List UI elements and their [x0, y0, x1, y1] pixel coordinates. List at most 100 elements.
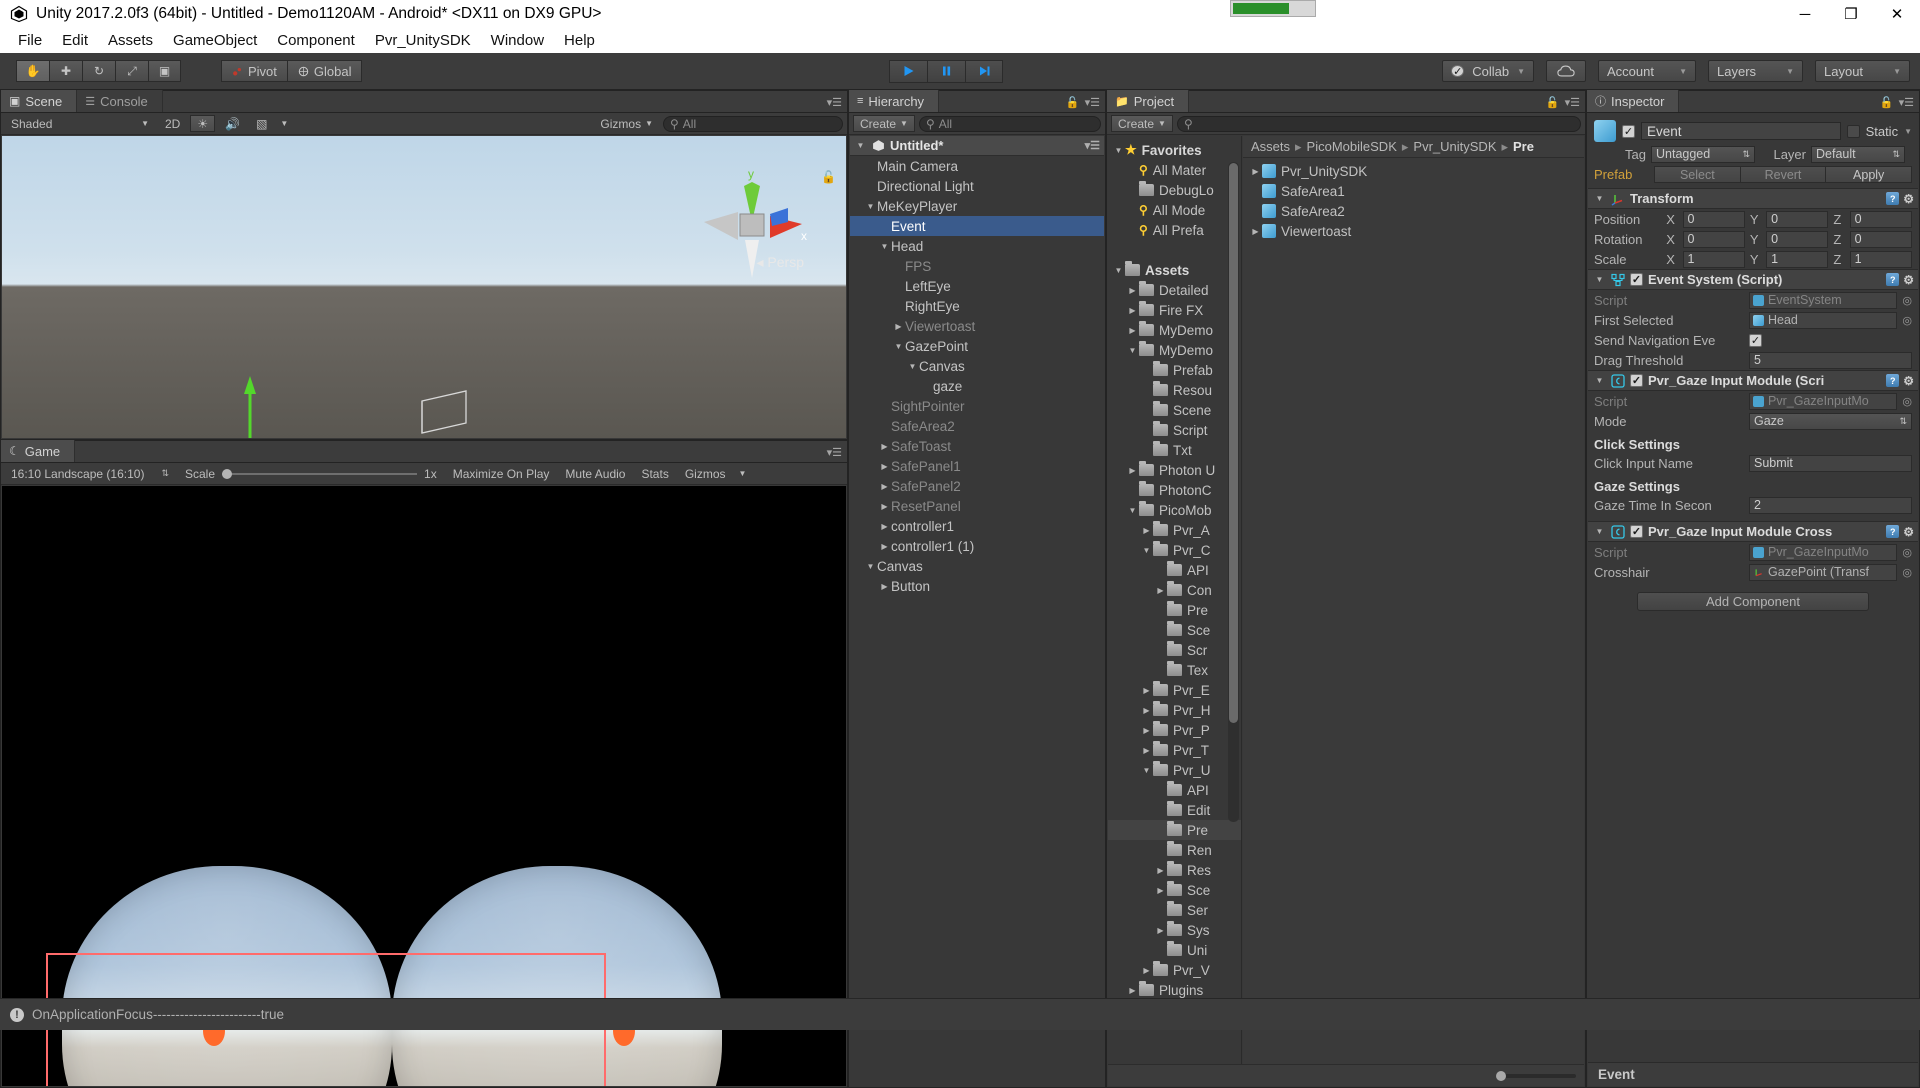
project-create-button[interactable]: Create ▼ — [1111, 115, 1173, 132]
gaze-crosshair-enabled-checkbox[interactable]: ✓ — [1630, 525, 1643, 538]
hierarchy-search-input[interactable]: ⚲ All — [919, 116, 1101, 132]
menu-bar[interactable]: FileEditAssetsGameObjectComponentPvr_Uni… — [0, 28, 1920, 53]
layer-dropdown[interactable]: Default ⇅ — [1811, 146, 1905, 163]
draw-mode-dropdown[interactable]: Shaded ▼ — [5, 115, 155, 132]
project-tree-item-plugins[interactable]: ▶Plugins — [1108, 980, 1241, 1000]
hierarchy-item-controller1[interactable]: ▶controller1 — [850, 516, 1104, 536]
breadcrumb-item-pvr-unitysdk[interactable]: Pvr_UnitySDK — [1413, 139, 1496, 154]
gear-icon[interactable]: ⚙ — [1903, 273, 1914, 287]
hierarchy-item-safearea2[interactable]: SafeArea2 — [850, 416, 1104, 436]
chevron-right-icon[interactable]: ▶ — [1154, 886, 1167, 895]
chevron-right-icon[interactable]: ▶ — [1126, 286, 1139, 295]
project-tree-item-con[interactable]: ▶Con — [1108, 580, 1241, 600]
stats-toggle[interactable]: Stats — [635, 465, 674, 482]
gameobject-name-field[interactable]: Event — [1641, 122, 1841, 140]
project-tree-item-pvr-t[interactable]: ▶Pvr_T — [1108, 740, 1241, 760]
chevron-right-icon[interactable]: ▶ — [1140, 706, 1153, 715]
chevron-right-icon[interactable]: ▶ — [1140, 726, 1153, 735]
static-checkbox[interactable] — [1847, 125, 1860, 138]
hierarchy-item-directional-light[interactable]: Directional Light — [850, 176, 1104, 196]
breadcrumb-item-picomobilesdk[interactable]: PicoMobileSDK — [1307, 139, 1397, 154]
chevron-right-icon[interactable]: ▶ — [1126, 306, 1139, 315]
icon-size-slider[interactable] — [1496, 1074, 1576, 1078]
object-picker-icon[interactable]: ◎ — [1902, 294, 1912, 307]
chevron-right-icon[interactable]: ▶ — [892, 322, 905, 331]
hierarchy-create-button[interactable]: Create ▼ — [853, 115, 915, 132]
project-tree-item-photonc[interactable]: PhotonC — [1108, 480, 1241, 500]
hierarchy-item-fps[interactable]: FPS — [850, 256, 1104, 276]
game-tab-bar[interactable]: ☾ Game ▾☰ — [1, 441, 847, 463]
tab-game[interactable]: ☾ Game — [1, 440, 75, 462]
project-tree-item-pvr-h[interactable]: ▶Pvr_H — [1108, 700, 1241, 720]
project-breadcrumb[interactable]: Assets▸PicoMobileSDK▸Pvr_UnitySDK▸Pre — [1243, 136, 1584, 158]
hierarchy-item-viewertoast[interactable]: ▶Viewertoast — [850, 316, 1104, 336]
hierarchy-item-canvas[interactable]: ▼Canvas — [850, 556, 1104, 576]
drag-threshold-field[interactable]: 5 — [1749, 352, 1912, 369]
project-tree-item-assets[interactable]: ▼Assets — [1108, 260, 1241, 280]
chevron-right-icon[interactable]: ▶ — [878, 442, 891, 451]
minimize-button[interactable]: ─ — [1782, 0, 1828, 28]
chevron-down-icon[interactable]: ▼ — [1593, 275, 1606, 284]
chevron-down-icon[interactable]: ▼ — [892, 342, 905, 351]
hierarchy-item-safepanel1[interactable]: ▶SafePanel1 — [850, 456, 1104, 476]
project-tree-item-fire-fx[interactable]: ▶Fire FX — [1108, 300, 1241, 320]
project-tree-item-debuglo[interactable]: DebugLo — [1108, 180, 1241, 200]
project-tree-item-scene[interactable]: Scene — [1108, 400, 1241, 420]
chevron-down-icon[interactable]: ▼ — [1593, 527, 1606, 536]
project-asset-list[interactable]: Assets▸PicoMobileSDK▸Pvr_UnitySDK▸Pre ▶ P… — [1243, 136, 1584, 1064]
transform-position-x-field[interactable]: 0 — [1683, 211, 1745, 228]
project-tree-item-pvr-c[interactable]: ▼Pvr_C — [1108, 540, 1241, 560]
project-tree-item-edit[interactable]: Edit — [1108, 800, 1241, 820]
chevron-down-icon[interactable]: ▼ — [1140, 766, 1153, 775]
project-tree-item-txt[interactable]: Txt — [1108, 440, 1241, 460]
2d-toggle[interactable]: 2D — [159, 115, 186, 132]
chevron-down-icon[interactable]: ▼ — [1593, 194, 1606, 203]
audio-toggle[interactable]: 🔊 — [219, 115, 246, 132]
gaze-time-field[interactable]: 2 — [1749, 497, 1912, 514]
pivot-toggle[interactable]: Pivot — [221, 60, 287, 82]
help-icon[interactable]: ? — [1886, 374, 1899, 387]
project-tree-item-prefab[interactable]: Prefab — [1108, 360, 1241, 380]
maximize-button[interactable]: ❐ — [1828, 0, 1874, 28]
hierarchy-item-gaze[interactable]: gaze — [850, 376, 1104, 396]
object-picker-icon[interactable]: ◎ — [1902, 566, 1912, 579]
move-tool[interactable]: ✚ — [49, 60, 82, 82]
gear-icon[interactable]: ⚙ — [1903, 192, 1914, 206]
hierarchy-item-controller1-1-[interactable]: ▶controller1 (1) — [850, 536, 1104, 556]
gaze-input-module-header[interactable]: ▼ ✓ Pvr_Gaze Input Module (Scri ? ⚙ — [1588, 370, 1918, 391]
hierarchy-item-righteye[interactable]: RightEye — [850, 296, 1104, 316]
scene-context-menu[interactable]: ▾☰ — [1085, 139, 1100, 152]
chevron-down-icon[interactable]: ▼ — [878, 242, 891, 251]
aspect-dropdown[interactable]: 16:10 Landscape (16:10) ⇅ — [5, 465, 175, 482]
lock-icon[interactable]: 🔓 — [1546, 96, 1560, 109]
chevron-down-icon[interactable]: ▼ — [854, 141, 867, 150]
script-object-field[interactable]: Pvr_GazeInputMo — [1749, 393, 1897, 410]
tag-dropdown[interactable]: Untagged ⇅ — [1651, 146, 1755, 163]
menu-gameobject[interactable]: GameObject — [163, 30, 267, 51]
project-tree-item-all-prefa[interactable]: ⚲All Prefa — [1108, 220, 1241, 240]
breadcrumb-item-pre[interactable]: Pre — [1513, 139, 1534, 154]
transform-scale-y-field[interactable]: 1 — [1766, 251, 1828, 268]
chevron-down-icon[interactable]: ▼ — [864, 202, 877, 211]
prefab-apply-button[interactable]: Apply — [1825, 166, 1912, 183]
game-gizmos-dropdown[interactable]: Gizmos — [679, 465, 732, 482]
chevron-right-icon[interactable]: ▶ — [1154, 866, 1167, 875]
gaze-crosshair-module-header[interactable]: ▼ ✓ Pvr_Gaze Input Module Cross ? ⚙ — [1588, 521, 1918, 542]
project-tree-item-sce[interactable]: Sce — [1108, 620, 1241, 640]
hierarchy-tab-bar[interactable]: ≡ Hierarchy 🔓▾☰ — [849, 91, 1105, 113]
game-viewport[interactable]: Button Button — [2, 486, 846, 1086]
chevron-down-icon[interactable]: ▼ — [906, 362, 919, 371]
pause-button[interactable] — [927, 60, 965, 83]
prefab-revert-button[interactable]: Revert — [1740, 166, 1826, 183]
project-tree-item-pre[interactable]: Pre — [1108, 600, 1241, 620]
inspector-tab-bar[interactable]: ⓘ Inspector 🔓▾☰ — [1587, 91, 1919, 113]
chevron-right-icon[interactable]: ▶ — [1126, 326, 1139, 335]
pivot-tools-group[interactable]: Pivot Global — [221, 60, 362, 82]
event-system-enabled-checkbox[interactable]: ✓ — [1630, 273, 1643, 286]
scene-header-row[interactable]: ▼ Untitled* ▾☰ — [850, 136, 1104, 156]
chevron-right-icon[interactable]: ▶ — [1249, 227, 1262, 236]
rect-tool[interactable]: ▣ — [148, 60, 181, 82]
project-panel-menu[interactable]: 🔓▾☰ — [1546, 96, 1580, 109]
scene-tab-bar[interactable]: ▣ Scene ☰ Console ▾☰ — [1, 91, 847, 113]
object-picker-icon[interactable]: ◎ — [1902, 395, 1912, 408]
